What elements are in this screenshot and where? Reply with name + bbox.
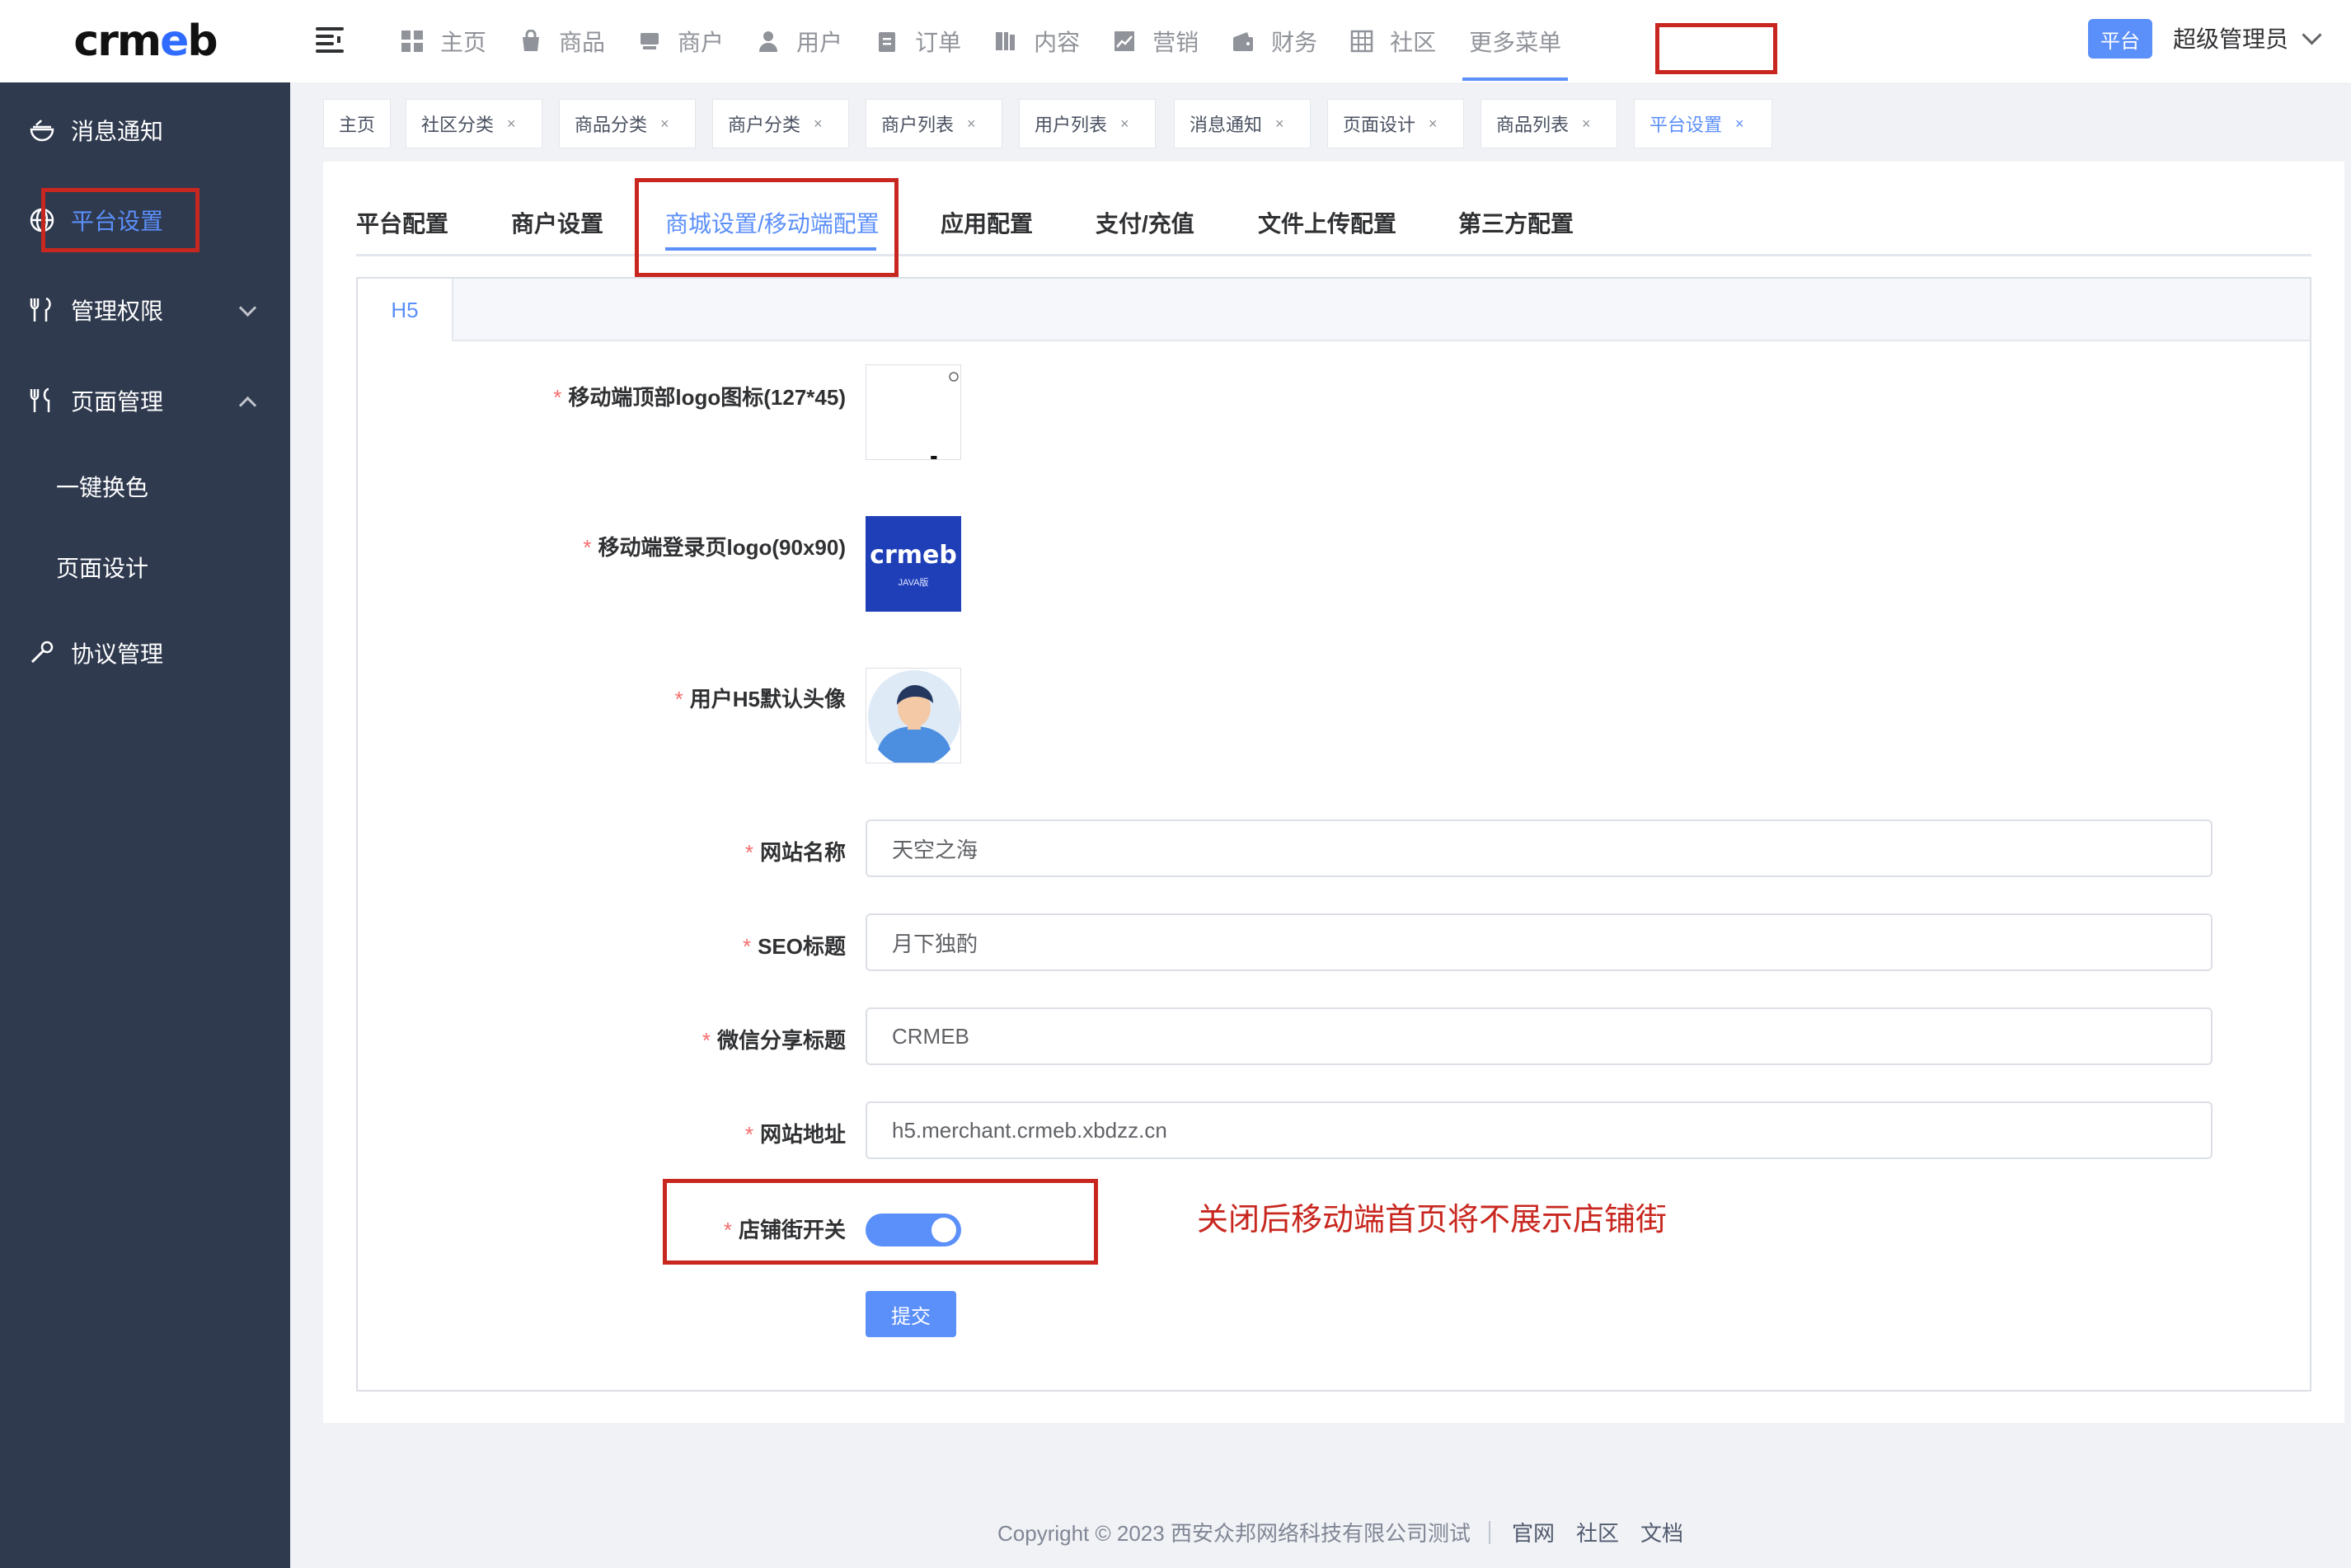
chevron-down-icon [2302,24,2322,45]
tag-community-category[interactable]: 社区分类 × [406,99,542,148]
close-icon[interactable]: × [1120,115,1129,133]
footer-link-official[interactable]: 官网 [1512,1517,1555,1547]
chevron-down-icon [238,298,257,317]
svg-text:crmeb: crmeb [870,447,952,460]
tag-notifications[interactable]: 消息通知 × [1174,99,1311,148]
site-name-label: * 网站名称 [744,840,846,865]
topnav-item-users[interactable]: 用户 [757,0,842,82]
top-nav: 主页 商品 商户 用户 订单 内容 营销 财务 社区 更多菜单 [401,0,1594,82]
highlight-box-mall-tab [635,178,899,277]
menu-toggle-icon[interactable] [316,27,344,53]
tab-file-upload-config[interactable]: 文件上传配置 [1258,206,1396,239]
footer: Copyright © 2023 西安众邦网络科技有限公司测试 官网 社区 文档 [0,1517,2351,1547]
topnav-item-products[interactable]: 商品 [519,0,605,82]
avatar-label: * 用户H5默认头像 [674,687,846,711]
wrench-icon [28,639,56,667]
topnav-item-marketing[interactable]: 营销 [1113,0,1199,82]
building-icon [1350,30,1373,53]
clipboard-icon [879,32,896,52]
top-logo-label: * 移动端顶部logo图标(127*45) [553,385,846,410]
footer-link-community[interactable]: 社区 [1576,1517,1619,1547]
close-icon[interactable]: × [1275,115,1284,133]
footer-link-docs[interactable]: 文档 [1640,1517,1683,1547]
topnav-item-home[interactable]: 主页 [401,0,486,82]
highlight-box-switch [663,1179,1098,1265]
chevron-up-icon [238,396,257,415]
tab-payment-recharge[interactable]: 支付/充值 [1096,206,1194,239]
wechat-share-title-label: * 微信分享标题 [702,1028,846,1053]
fork-knife-icon [28,387,56,415]
tag-user-list[interactable]: 用户列表 × [1019,99,1156,148]
tab-app-config[interactable]: 应用配置 [941,206,1033,239]
close-icon[interactable]: × [1429,115,1438,133]
topnav-item-community[interactable]: 社区 [1350,0,1436,82]
crmeb-logo-image: crmeb [870,372,959,460]
wechat-share-title-input[interactable]: CRMEB [866,1007,2213,1065]
wallet-icon [1233,32,1254,51]
site-name-input[interactable]: 天空之海 [866,819,2213,877]
tag-merchant-category[interactable]: 商户分类 × [712,99,849,148]
top-logo-upload[interactable]: crmeb [866,364,961,460]
close-icon[interactable]: × [1582,115,1591,133]
sidebar-item-notifications[interactable]: 消息通知 [0,89,290,171]
tag-merchant-list[interactable]: 商户列表 × [866,99,1002,148]
tab-platform-config[interactable]: 平台配置 [356,206,448,239]
bowl-icon [28,116,56,144]
login-logo-upload[interactable]: crmeb JAVA版 [866,516,961,612]
grid-icon [401,31,423,52]
topnav-item-content[interactable]: 内容 [994,0,1080,82]
user-icon [759,31,778,52]
user-menu[interactable]: 超级管理员 [2173,21,2322,54]
bag-icon [523,30,540,51]
book-icon [996,32,1016,50]
close-icon[interactable]: × [967,115,976,133]
topnav-item-more-menu[interactable]: 更多菜单 [1462,0,1569,82]
submit-button[interactable]: 提交 [866,1291,956,1337]
tab-third-party-config[interactable]: 第三方配置 [1458,206,1574,239]
topnav-item-merchants[interactable]: 商户 [638,0,724,82]
footer-copyright: Copyright © 2023 西安众邦网络科技有限公司测试 [997,1521,1471,1546]
annotation-note: 关闭后移动端首页将不展示店铺街 [1197,1203,1668,1237]
site-url-input[interactable]: h5.merchant.crmeb.xbdzz.cn [866,1101,2213,1159]
brand-logo[interactable]: crmeb [0,0,290,82]
subtab-h5[interactable]: H5 [358,279,453,341]
seo-title-label: * SEO标题 [742,934,846,959]
topnav-item-finance[interactable]: 财务 [1232,0,1317,82]
close-icon[interactable]: × [1735,115,1744,133]
site-url-label: * 网站地址 [744,1122,846,1147]
sidebar-item-page-design[interactable]: 页面设计 [0,534,290,600]
tag-platform-settings[interactable]: 平台设置 × [1634,99,1772,148]
shop-icon [641,33,659,49]
login-logo-label: * 移动端登录页logo(90x90) [583,535,846,560]
sidebar: 消息通知 平台设置 管理权限 页面管理 一键换色 页面设计 协议管理 [0,82,290,1568]
close-icon[interactable]: × [507,115,516,133]
platform-button[interactable]: 平台 [2088,19,2152,59]
seo-title-input[interactable]: 月下独酌 [866,913,2213,971]
tag-home[interactable]: 主页 [323,99,391,148]
tab-merchant-settings[interactable]: 商户设置 [511,206,603,239]
sidebar-item-one-click-color[interactable]: 一键换色 [0,453,290,519]
avatar-upload[interactable] [866,668,961,763]
sidebar-item-permissions[interactable]: 管理权限 [0,269,290,351]
close-icon[interactable]: × [814,115,823,133]
highlight-box-platform-settings [41,188,199,252]
default-avatar-image [868,670,960,763]
top-bar: crmeb 主页 商品 商户 用户 订单 内容 营销 财务 社区 更多菜单 平台… [0,0,2351,82]
sidebar-item-agreements[interactable]: 协议管理 [0,612,290,694]
login-logo-image: crmeb [870,541,957,570]
topnav-item-orders[interactable]: 订单 [875,0,961,82]
fork-knife-icon [28,296,56,324]
highlight-box-more-menu [1655,23,1777,74]
tag-page-design[interactable]: 页面设计 × [1327,99,1464,148]
tag-product-list[interactable]: 商品列表 × [1481,99,1617,148]
close-icon[interactable]: × [660,115,669,133]
chart-icon [1114,31,1135,51]
sidebar-item-page-management[interactable]: 页面管理 [0,359,290,442]
tag-product-category[interactable]: 商品分类 × [559,99,696,148]
